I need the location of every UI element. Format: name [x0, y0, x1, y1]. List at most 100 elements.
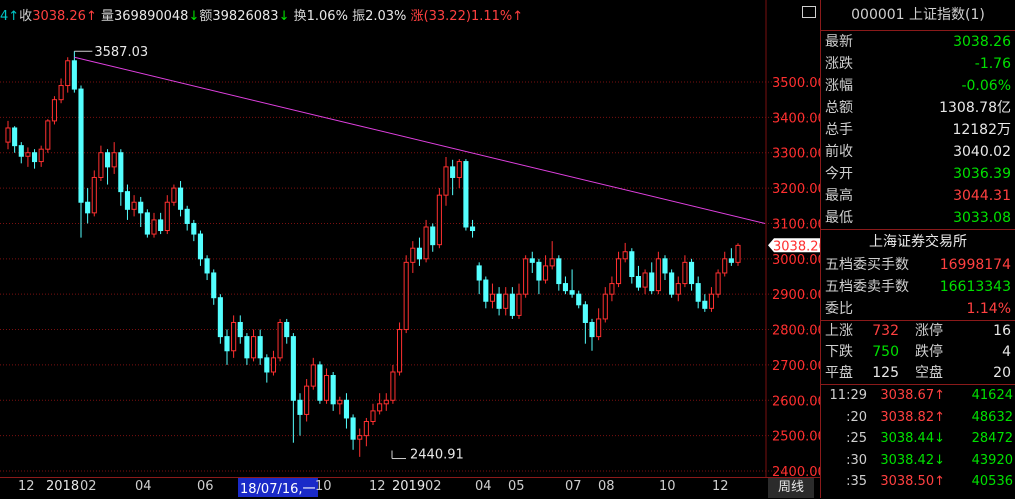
quote-value: 3036.39 — [953, 166, 1011, 182]
candle-body — [250, 336, 257, 359]
tick-list[interactable]: 11:29 3038.67↑ 41624:20 3038.82↑ 48632:25 303… — [821, 384, 1015, 493]
amount-value: 39826083 — [212, 9, 279, 24]
candle-body — [443, 166, 449, 196]
candle-body — [12, 127, 18, 147]
candle-body — [556, 258, 562, 285]
candle-body — [191, 222, 197, 235]
turnover-value: 1.06% — [306, 9, 348, 24]
candle-body — [111, 152, 117, 168]
candle-body — [635, 276, 642, 288]
candle-body — [436, 194, 442, 246]
x-tick-label: 2019 — [392, 479, 426, 494]
y-tick-label: 2800.00 — [772, 324, 820, 339]
market-breadth: 上涨 732 涨停 16 下跌 750 跌停 4 平盘 125 空盘 20 — [821, 320, 1015, 384]
breadth-row: 下跌 750 跌停 4 — [821, 342, 1015, 363]
quote-value: -1.76 — [974, 56, 1011, 72]
tick-volume: 40536 — [971, 474, 1013, 489]
candle-body — [529, 258, 535, 263]
quote-value: 3033.08 — [953, 210, 1011, 226]
candle-body — [642, 272, 648, 288]
tick-time: :35 — [846, 474, 867, 489]
order-value: 16998174 — [939, 257, 1011, 273]
quote-row: 最低 3033.08 — [821, 207, 1015, 229]
x-tick-label: 08 — [598, 479, 615, 494]
candle-body — [58, 85, 64, 101]
candle-body — [669, 272, 675, 295]
candle-body — [244, 336, 250, 359]
candle-body — [655, 258, 661, 292]
tick-row: :20 3038.82↑ 48632 — [821, 407, 1015, 429]
candle-body — [78, 88, 84, 203]
candlestick-plot[interactable]: 3500.00 3400.00 3300.00 3200.00 3100.00 3000.… — [0, 0, 827, 480]
order-label: 五档委买手数 — [825, 257, 909, 273]
change-label: 涨 — [410, 9, 424, 24]
y-tick-label: 3400.00 — [772, 111, 820, 126]
breadth-label: 平盘 — [825, 365, 853, 381]
tick-volume: 48632 — [971, 409, 1013, 425]
limit-value: 4 — [1002, 344, 1011, 360]
candle-body — [423, 226, 429, 260]
candle-body — [695, 283, 701, 302]
tick-price: 3038.82↑ — [880, 409, 945, 425]
period-button[interactable]: 周线 — [768, 478, 815, 498]
candle-body — [576, 293, 582, 306]
candle-body — [124, 191, 131, 210]
quote-label: 涨幅 — [825, 78, 853, 94]
candle-body — [469, 226, 476, 232]
candle-body — [483, 279, 489, 302]
candle-body — [516, 293, 522, 316]
exchange-name: 上海证券交易所 — [821, 229, 1015, 254]
quote-row: 最新 3038.26 — [821, 31, 1015, 53]
window-restore-icon[interactable] — [802, 6, 816, 18]
candle-body — [317, 364, 323, 401]
candle-body — [204, 258, 210, 274]
candle-body — [330, 375, 336, 405]
high-annotation: 3587.03 — [94, 45, 148, 60]
quote-label: 最低 — [825, 210, 853, 226]
x-tick-label: 02 — [80, 479, 97, 494]
quote-label: 总手 — [825, 122, 853, 138]
amplitude-label: 振 — [352, 9, 366, 24]
quote-row: 涨跌 -1.76 — [821, 53, 1015, 75]
candle-body — [377, 403, 383, 412]
x-tick-label: 02 — [425, 479, 442, 494]
tick-price: 3038.50↑ — [880, 474, 945, 489]
candle-body — [609, 283, 615, 295]
candle-body — [171, 187, 177, 203]
tick-time: :30 — [846, 452, 867, 468]
y-tick-label: 3500.00 — [772, 76, 820, 91]
x-axis: 12 2018 02 04 06 18/07/16,一 10 12 2019 02 04 05 07 08… — [0, 477, 820, 499]
candle-body — [383, 399, 389, 405]
quote-value: 1308.78亿 — [939, 100, 1011, 116]
x-tick-label: 04 — [475, 479, 492, 494]
candle-body — [688, 261, 695, 285]
breadth-value: 750 — [872, 344, 899, 360]
crosshair-date-label: 18/07/16,一 — [238, 478, 318, 497]
breadth-label: 上涨 — [825, 323, 853, 339]
y-tick-label: 3000.00 — [772, 253, 820, 268]
candle-body — [715, 272, 721, 295]
candle-body — [476, 265, 482, 281]
order-label: 委比 — [825, 301, 853, 317]
x-tick-label: 10 — [659, 479, 676, 494]
kline-chart[interactable]: 3500.00 3400.00 3300.00 3200.00 3100.00 3000.… — [0, 0, 827, 498]
candle-body — [370, 410, 376, 422]
candle-body — [118, 152, 124, 193]
candle-body — [177, 187, 184, 210]
limit-label: 空盘 — [915, 365, 943, 381]
candle-body — [702, 300, 708, 309]
order-value: 16613343 — [939, 279, 1011, 295]
candle-body — [25, 152, 31, 157]
candle-body — [297, 399, 303, 415]
candle-body — [735, 244, 741, 263]
candle-body — [237, 321, 243, 338]
security-title[interactable]: 000001 上证指数(1) — [821, 0, 1015, 31]
quote-label: 涨跌 — [825, 56, 853, 72]
candle-body — [503, 293, 509, 309]
order-row: 五档委买手数 16998174 — [821, 254, 1015, 276]
y-tick-label: 2600.00 — [772, 394, 820, 409]
candle-body — [264, 357, 270, 373]
quote-value: 12182万 — [952, 122, 1011, 138]
quote-value: -0.06% — [961, 78, 1011, 94]
topbar-prefix: 4↑ — [0, 9, 20, 24]
